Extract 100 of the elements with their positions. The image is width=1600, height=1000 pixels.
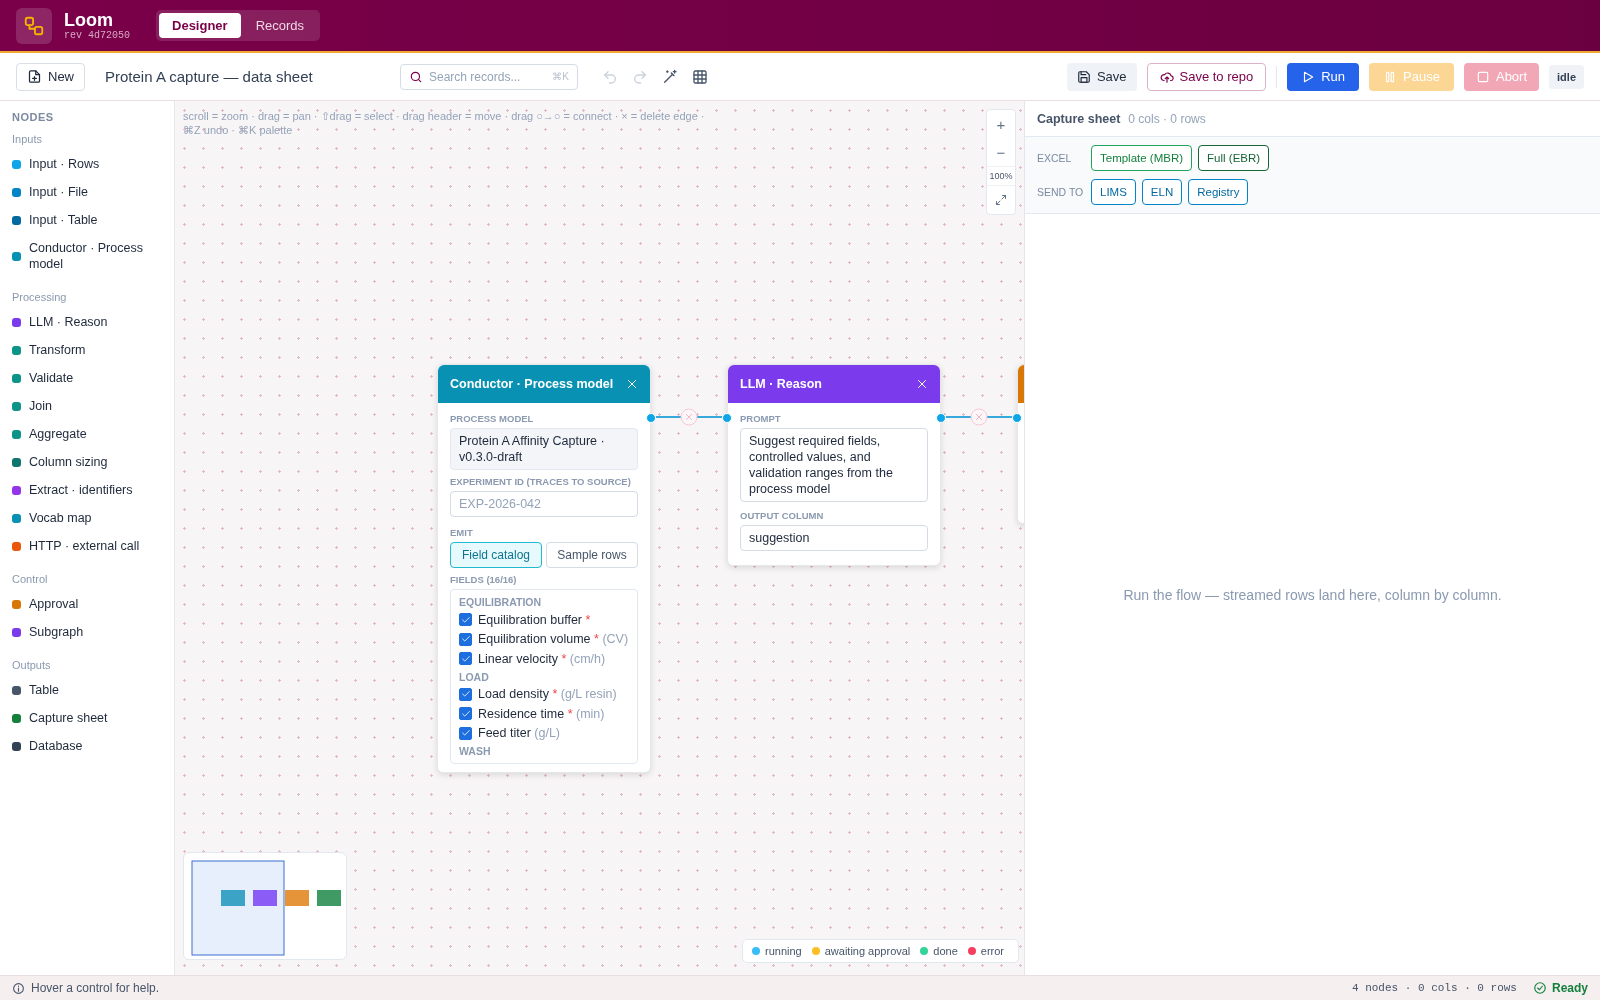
tab[interactable]: Records bbox=[242, 13, 318, 38]
connection-handle[interactable] bbox=[646, 413, 656, 423]
panel-title: Capture sheet bbox=[1037, 111, 1121, 126]
zoom-level: 100% bbox=[987, 166, 1015, 186]
info-icon bbox=[12, 981, 25, 995]
revision-label: rev 4d72050 bbox=[64, 30, 130, 41]
zoom-out-button[interactable]: − bbox=[987, 138, 1015, 166]
input-field[interactable]: EXP-2026-042 bbox=[450, 491, 638, 517]
legend-label: awaiting approval bbox=[824, 945, 911, 957]
legend-label: error bbox=[980, 945, 1005, 957]
save-button[interactable]: Save bbox=[1066, 62, 1137, 91]
sidebar-item[interactable]: HTTP · external call bbox=[12, 533, 174, 559]
checkbox[interactable] bbox=[459, 726, 472, 740]
sidebar-item[interactable]: LLM · Reason bbox=[12, 309, 174, 335]
sidebar-item[interactable]: Aggregate bbox=[12, 421, 174, 447]
run-button[interactable]: Run bbox=[1287, 62, 1360, 91]
sidebar-heading: NODES bbox=[12, 111, 55, 123]
stop-icon bbox=[1475, 69, 1490, 84]
help-message: Hover a control for help. bbox=[31, 981, 160, 995]
send-button[interactable]: ELN bbox=[1141, 179, 1183, 205]
checkbox[interactable] bbox=[459, 687, 472, 701]
empty-message: Run the flow — streamed rows land here, column by column. bbox=[1123, 586, 1502, 603]
checkmark-icon bbox=[460, 708, 471, 719]
checkmark-icon bbox=[460, 728, 471, 739]
sidebar-item[interactable]: Extract · identifiers bbox=[12, 477, 174, 503]
sidebar-item[interactable]: Input · File bbox=[12, 179, 174, 205]
field-label: PROCESS MODEL bbox=[450, 413, 535, 424]
ready-status: Ready bbox=[1532, 981, 1588, 995]
checkmark-icon bbox=[460, 634, 471, 645]
sidebar-item[interactable]: Vocab map bbox=[12, 505, 174, 531]
document-title: Protein A capture — data sheet bbox=[105, 68, 314, 85]
sidebar-item[interactable]: Column sizing bbox=[12, 449, 174, 475]
checkbox[interactable] bbox=[459, 613, 472, 627]
export-button[interactable]: Full (EBR) bbox=[1198, 145, 1270, 171]
sidebar-item[interactable]: Join bbox=[12, 393, 174, 419]
minimap[interactable] bbox=[183, 852, 347, 960]
export-button[interactable]: Template (MBR) bbox=[1091, 145, 1193, 171]
sidebar-item[interactable]: Subgraph bbox=[12, 619, 174, 645]
connection-handle[interactable] bbox=[722, 413, 732, 423]
legend-label: running bbox=[765, 945, 802, 957]
logo-icon bbox=[23, 14, 45, 37]
group-label: Control bbox=[12, 573, 49, 585]
value-field[interactable]: Protein A Affinity Capture · v0.3.0-draft bbox=[450, 428, 638, 470]
sidebar-item[interactable]: Input · Rows bbox=[12, 151, 174, 177]
sidebar-item[interactable]: Database bbox=[12, 733, 174, 759]
grid-icon[interactable] bbox=[692, 68, 708, 85]
option-button[interactable]: Sample rows bbox=[546, 542, 638, 568]
field-label: PROMPT bbox=[740, 413, 782, 424]
input-field[interactable]: suggestion bbox=[740, 525, 928, 551]
sidebar-item[interactable]: Approval bbox=[12, 591, 174, 617]
viewport-frame[interactable] bbox=[191, 860, 285, 956]
edge-line[interactable] bbox=[945, 416, 1013, 418]
row-label: EXCEL bbox=[1037, 152, 1073, 164]
legend-label: done bbox=[933, 945, 958, 957]
help-text: scroll = zoom · drag = pan · ⇧drag = select · drag header = move · drag ○→○ = connect · × = delete edge · ⌘Z undo · ⌘K palette bbox=[183, 109, 706, 137]
app-name: Loom bbox=[64, 10, 114, 30]
new-file-icon bbox=[27, 69, 42, 84]
node-header[interactable]: Conductor · Process model bbox=[438, 365, 650, 403]
group-label: Inputs bbox=[12, 133, 43, 145]
save-to-repo-button[interactable]: Save to repo bbox=[1146, 62, 1267, 91]
node-header[interactable]: LLM · Reason bbox=[728, 365, 940, 403]
check-circle-icon bbox=[1532, 981, 1547, 995]
field-name: Equilibration buffer * bbox=[478, 612, 591, 627]
sidebar-item[interactable]: Capture sheet bbox=[12, 705, 174, 731]
sidebar-item[interactable]: Input · Table bbox=[12, 207, 174, 233]
connection-handle[interactable] bbox=[1012, 413, 1022, 423]
field-label: OUTPUT COLUMN bbox=[740, 510, 825, 521]
field-label: FIELDS (16/16) bbox=[450, 574, 518, 585]
checkmark-icon bbox=[460, 614, 471, 625]
panel-summary: 0 cols · 0 rows bbox=[1128, 111, 1206, 126]
sidebar-item[interactable]: Table bbox=[12, 677, 174, 703]
option-button[interactable]: Field catalog bbox=[450, 542, 542, 568]
field-name: Residence time * (min) bbox=[478, 706, 605, 721]
checkmark-icon bbox=[460, 689, 471, 700]
field-name: Linear velocity * (cm/h) bbox=[478, 651, 606, 666]
checkbox[interactable] bbox=[459, 707, 472, 721]
new-button[interactable]: New bbox=[16, 62, 85, 91]
sidebar-item[interactable]: Conductor · Process model bbox=[12, 235, 174, 277]
checkbox[interactable] bbox=[459, 652, 472, 666]
send-button[interactable]: LIMS bbox=[1091, 179, 1136, 205]
fit-view-icon[interactable] bbox=[995, 194, 1007, 206]
tab[interactable]: Designer bbox=[159, 13, 241, 38]
sidebar-item[interactable]: Validate bbox=[12, 365, 174, 391]
field-name: Feed titer (g/L) bbox=[478, 726, 560, 741]
send-button[interactable]: Registry bbox=[1188, 179, 1249, 205]
zoom-in-button[interactable]: + bbox=[987, 110, 1015, 138]
checkbox[interactable] bbox=[459, 632, 472, 646]
row-label: SEND TO bbox=[1037, 186, 1085, 198]
group-label: EQUILIBRATION bbox=[459, 596, 543, 608]
magic-wand-icon[interactable] bbox=[662, 68, 678, 85]
connection-handle[interactable] bbox=[936, 413, 946, 423]
prompt-field[interactable]: Suggest required fields, controlled values, and validation ranges from the process model bbox=[740, 428, 928, 502]
group-label: Outputs bbox=[12, 659, 52, 671]
edge-line[interactable] bbox=[655, 416, 723, 418]
field-name: Equilibration volume * (CV) bbox=[478, 632, 629, 647]
close-icon[interactable] bbox=[626, 378, 638, 390]
close-icon[interactable] bbox=[916, 378, 928, 390]
counts-text: 4 nodes · 0 cols · 0 rows bbox=[1351, 982, 1517, 994]
sidebar-item[interactable]: Transform bbox=[12, 337, 174, 363]
cloud-upload-icon bbox=[1159, 69, 1174, 84]
